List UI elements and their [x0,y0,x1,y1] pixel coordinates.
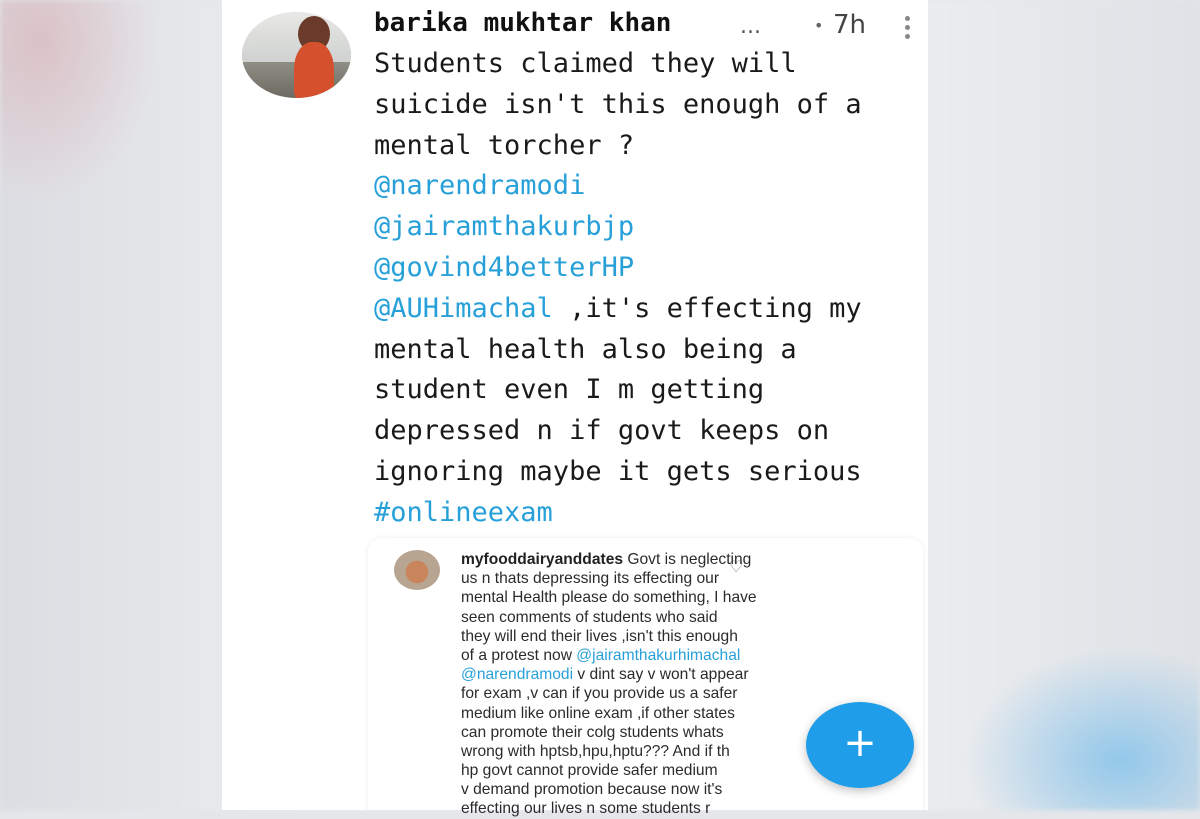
mention-link[interactable]: @jairamthakurhimachal [576,647,740,664]
post-line: @jairamthakurbjp [374,207,919,248]
text-segment: mental torcher ? [374,129,635,161]
text-segment: hp govt cannot provide safer medium [461,762,718,780]
mention-link[interactable]: @narendramodi [374,170,585,201]
comment-line: mental Health please do something, I hav… [461,588,856,607]
author-name[interactable]: barika mukhtar khan [374,8,671,38]
text-segment: student even I m getting [374,374,765,406]
mention-link[interactable]: @narendramodi [461,666,573,683]
mention-link[interactable]: @AUHimachal [374,293,553,324]
text-segment: mental Health please do something, I hav… [461,589,757,607]
text-segment: wrong with hptsb,hpu,hptu??? And if th [461,742,730,760]
text-segment: ignoring maybe it gets serious [374,455,862,487]
text-segment: Students claimed they will [374,48,797,79]
text-segment: depressed n if govt keeps on [374,415,830,447]
text-segment: ,it's effecting my [552,292,862,324]
commenter-avatar[interactable] [394,550,440,590]
post-line: ignoring maybe it gets serious [374,452,919,493]
post-line: student even I m getting [374,370,919,411]
header-separator: • [814,16,824,35]
author-avatar[interactable] [242,12,351,98]
post-line: mental health also being a [374,330,919,371]
post-line: mental torcher ? [374,126,919,167]
comment-line: of a protest now @jairamthakurhimachal [461,646,856,665]
comment-line: effecting our lives n some students r [461,799,856,818]
comment-line: they will end their lives ,isn't this en… [461,627,856,646]
post-header: barika mukhtar khan ... • 7h [374,8,914,48]
comment-line: @narendramodi v dint say v won't appear [461,665,856,684]
text-segment: for exam ,v can if you provide us a safe… [461,685,738,703]
post-line: @narendramodi [374,166,919,207]
post-line: suicide isn't this enough of a [374,85,919,126]
post-body: Students claimed they will suicide isn't … [374,44,919,534]
post-line: depressed n if govt keeps on [374,411,919,452]
text-segment: Govt is neglecting [623,551,752,568]
post-time: 7h [833,10,867,40]
text-segment: medium like online exam ,if other states [461,704,735,722]
comment-line: wrong with hptsb,hpu,hptu??? And if th [461,742,856,761]
mention-link[interactable]: @govind4betterHP [374,252,634,283]
text-segment: seen comments of students who said [461,608,718,626]
text-segment: v dint say v won't appear [573,666,749,684]
vertical-dots-icon[interactable] [901,16,913,44]
comment-line: medium like online exam ,if other states [461,704,856,723]
post-line: @govind4betterHP [374,248,919,289]
compose-fab-button[interactable]: + [806,702,914,788]
author-more: ... [740,14,761,39]
avatar-person [294,42,334,98]
comment-line: for exam ,v can if you provide us a safe… [461,684,856,703]
text-segment: suicide isn't this enough of a [374,88,862,120]
comment-text: myfooddairyanddates Govt is neglecting us… [461,550,856,819]
text-segment: they will end their lives ,isn't this en… [461,627,738,645]
plus-icon: + [843,720,877,766]
comment-line: us n thats depressing its effecting our [461,569,856,588]
comment-line: hp govt cannot provide safer medium [461,761,856,780]
commenter-username[interactable]: myfooddairyanddates [461,551,623,568]
text-segment: us n thats depressing its effecting our [461,570,720,588]
comment-line: v demand promotion because now it's [461,780,856,799]
comment-line: myfooddairyanddates Govt is neglecting [461,550,856,569]
text-segment: v demand promotion because now it's [461,781,723,799]
comment-line: seen comments of students who said [461,608,856,627]
text-segment: effecting our lives n some students r [461,800,711,818]
post-line: #onlineexam [374,493,919,534]
text-segment: mental health also being a [374,333,797,365]
comment-line: can promote their colg students whats [461,723,856,742]
post-line: @AUHimachal ,it's effecting my [374,289,919,330]
mention-link[interactable]: @jairamthakurbjp [374,211,634,242]
hashtag-link[interactable]: #onlineexam [374,497,553,528]
post-line: Students claimed they will [374,44,919,85]
text-segment: can promote their colg students whats [461,723,724,741]
text-segment: of a protest now [461,646,577,664]
